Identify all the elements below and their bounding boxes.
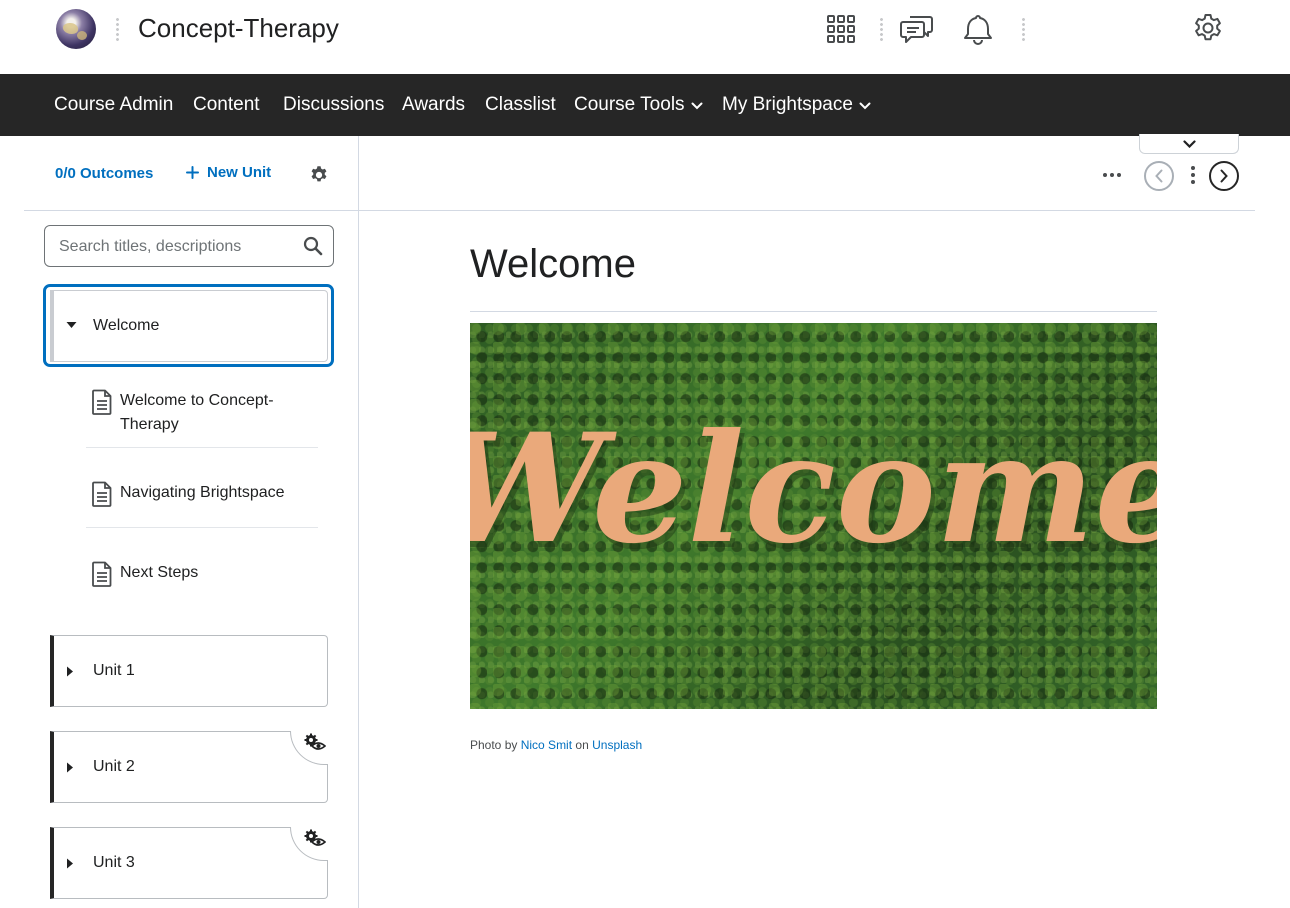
chevron-right-icon (1220, 169, 1228, 183)
unit-2[interactable]: Unit 2 (50, 731, 328, 803)
site-title[interactable]: Concept-Therapy (138, 13, 339, 44)
top-header: Concept-Therapy (0, 0, 1290, 74)
nav-classlist[interactable]: Classlist (485, 94, 556, 116)
unit-3[interactable]: Unit 3 (50, 827, 328, 899)
header-divider (880, 17, 883, 43)
nav-course-admin[interactable]: Course Admin (54, 94, 173, 116)
page-title: Welcome (470, 242, 636, 286)
settings-gear-icon[interactable] (309, 165, 329, 190)
course-navbar: Course Admin Content Discussions Awards … (0, 74, 1290, 136)
gear-icon[interactable] (1191, 11, 1225, 45)
topic-title: Navigating Brightspace (120, 484, 285, 501)
divider (86, 447, 318, 448)
divider (86, 527, 318, 528)
visibility-gear-icon (304, 829, 326, 846)
search-field (44, 225, 334, 267)
header-divider (116, 17, 119, 43)
collapse-toolbar-button[interactable] (1139, 134, 1239, 154)
document-icon (92, 389, 112, 415)
hero-text: Welcome (470, 401, 1157, 577)
hidden-badge (290, 827, 328, 861)
search-icon[interactable] (303, 236, 323, 256)
unit-title: Unit 3 (93, 854, 135, 871)
new-unit-label: New Unit (207, 164, 272, 181)
nav-discussions[interactable]: Discussions (283, 94, 384, 116)
topic-welcome-to-concept-therapy[interactable]: Welcome to Concept-Therapy (86, 389, 318, 439)
chevron-left-icon (1155, 169, 1163, 183)
content-sidebar: 0/0 Outcomes New Unit Welcome Welcome to (24, 136, 359, 908)
visibility-gear-icon (304, 733, 326, 750)
unit-title: Unit 2 (93, 758, 135, 775)
content-toolbar (359, 134, 1255, 211)
document-icon (92, 561, 112, 587)
topic-title: Next Steps (120, 564, 199, 581)
author-link[interactable]: Nico Smit (521, 738, 572, 752)
caret-right-icon[interactable] (66, 858, 74, 869)
welcome-image: Welcome Welcome (470, 323, 1157, 709)
unit-title: Welcome (93, 317, 160, 334)
nav-awards[interactable]: Awards (402, 94, 465, 116)
unsplash-link[interactable]: Unsplash (592, 738, 642, 752)
previous-topic-button[interactable] (1144, 161, 1174, 191)
chevron-down-icon (1182, 139, 1196, 148)
nav-my-brightspace[interactable]: My Brightspace (722, 94, 871, 116)
chevron-down-icon (859, 102, 871, 109)
plus-icon (186, 166, 199, 179)
title-divider (470, 311, 1157, 312)
credit-middle: on (575, 738, 589, 752)
outcomes-link[interactable]: 0/0 Outcomes (55, 165, 153, 182)
sidebar-toolbar: 0/0 Outcomes New Unit (24, 136, 358, 211)
unit-welcome[interactable]: Welcome (50, 290, 328, 362)
nav-course-tools[interactable]: Course Tools (574, 94, 703, 116)
unit-title: Unit 1 (93, 662, 135, 679)
document-icon (92, 481, 112, 507)
next-topic-button[interactable] (1209, 161, 1239, 191)
photo-credit: Photo by Nico Smit on Unsplash (470, 738, 642, 752)
message-alerts-icon[interactable] (900, 12, 934, 46)
hidden-badge (290, 731, 328, 765)
topic-title: Welcome to Concept-Therapy (120, 392, 274, 433)
caret-right-icon[interactable] (66, 762, 74, 773)
unit-1[interactable]: Unit 1 (50, 635, 328, 707)
topic-next-steps[interactable]: Next Steps (86, 561, 318, 589)
credit-prefix: Photo by (470, 738, 518, 752)
chevron-down-icon (691, 102, 703, 109)
nav-content[interactable]: Content (193, 94, 260, 116)
caret-right-icon[interactable] (66, 666, 74, 677)
bell-icon[interactable] (961, 12, 995, 46)
new-unit-button[interactable]: New Unit (186, 164, 271, 181)
caret-down-icon[interactable] (66, 321, 77, 329)
search-input[interactable] (59, 236, 289, 258)
globe-logo[interactable] (56, 9, 96, 49)
more-options-icon[interactable] (1101, 164, 1123, 186)
header-divider (1022, 17, 1025, 43)
vertical-more-icon[interactable] (1189, 164, 1197, 186)
topic-navigating-brightspace[interactable]: Navigating Brightspace (86, 481, 318, 509)
waffle-grid-icon[interactable] (824, 12, 858, 46)
